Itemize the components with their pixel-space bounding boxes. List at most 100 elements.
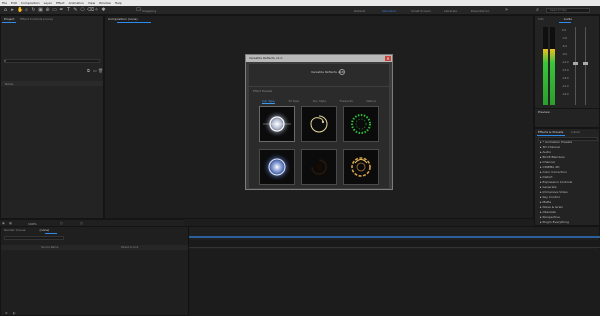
gold-swirl-icon (310, 115, 328, 133)
search-icon[interactable]: ⌕ (535, 8, 540, 13)
dialog-title[interactable]: Versatile Reflects v1.0 (246, 55, 392, 62)
project-column-header: Name (1, 81, 103, 86)
time-ruler[interactable] (188, 240, 600, 248)
preset-thumbnail-white-glow[interactable] (259, 106, 295, 142)
db-label: -3.0 (562, 37, 568, 40)
menu-layer[interactable]: Layer (44, 1, 52, 5)
hand-tool-icon[interactable]: ✋ (17, 8, 23, 13)
tab-composition[interactable]: Composition (none) (108, 17, 138, 21)
db-label: -15.0 (562, 69, 569, 72)
trash-icon[interactable]: 🗑 (98, 68, 103, 73)
tab-effects-presets[interactable]: Effects & Presets (538, 130, 563, 134)
volume-slider-handle-left[interactable] (573, 62, 578, 65)
workspace-standard[interactable]: Standard (382, 9, 396, 13)
brush-tool-icon[interactable]: ✎ (73, 8, 78, 13)
stamp-tool-icon[interactable]: ⎔ (80, 8, 85, 13)
snapping-label[interactable]: Snapping (142, 9, 156, 13)
column-source-name[interactable]: Source Name (41, 246, 58, 249)
gold-sparkle-ring-icon (351, 157, 371, 177)
tab-audio[interactable]: Audio (564, 17, 573, 21)
effects-list: ▸ * Animation Presets ▸ 3D Channel ▸ Aud… (540, 140, 572, 225)
menu-animation[interactable]: Animation (69, 1, 84, 5)
help-button[interactable]: ? (339, 69, 345, 75)
toggle-switches-icon[interactable]: ⚙ (5, 311, 8, 315)
pan-behind-tool-icon[interactable]: ⊕ (45, 8, 50, 13)
audio-meter-left (543, 27, 548, 105)
search-help-input[interactable]: Search Help (546, 8, 590, 13)
menu-effect[interactable]: Effect (56, 1, 65, 5)
tab-timeline-none[interactable]: (none) (40, 228, 50, 232)
menu-view[interactable]: View (88, 1, 95, 5)
db-label: -24.0 (562, 93, 569, 96)
menu-window[interactable]: Window (99, 1, 111, 5)
menu-file[interactable]: File (2, 1, 7, 5)
pen-tool-icon[interactable]: ✒ (59, 8, 64, 13)
rectangle-tool-icon[interactable]: ▭ (52, 8, 57, 13)
project-search-input[interactable] (4, 59, 100, 63)
preset-thumbnail-blue-glow[interactable] (259, 149, 295, 185)
db-label: -12.0 (562, 61, 569, 64)
fast-preview-icon[interactable]: ◰ (60, 221, 63, 225)
effect-presets-label: Effect Presets (253, 89, 273, 93)
tab-libraries[interactable]: Librar (571, 130, 580, 134)
menu-help[interactable]: Help (115, 1, 122, 5)
roto-brush-tool-icon[interactable]: ✧ (94, 8, 99, 13)
modes-icon[interactable]: ◐ (13, 311, 16, 315)
interpret-footage-icon[interactable]: ⧉ (87, 68, 90, 73)
tab-sun-type[interactable]: Sun Type (262, 99, 275, 104)
rotate-tool-icon[interactable]: ↻ (31, 8, 36, 13)
eraser-tool-icon[interactable]: ⌫ (87, 8, 94, 13)
column-parent-link[interactable]: Parent & Link (121, 246, 138, 249)
snapping-checkbox-icon[interactable]: ☐ (136, 8, 141, 13)
timeline-tracks-area[interactable] (188, 249, 600, 316)
work-area-bar[interactable] (188, 236, 600, 238)
workspace-small-screen[interactable]: Small Screen (411, 9, 431, 13)
close-button[interactable]: ✕ (385, 56, 391, 61)
volume-slider-handle-right[interactable] (583, 62, 588, 65)
tab-3d-type[interactable]: 3d Type (288, 99, 299, 104)
list-item[interactable]: ▸ Plugin Everything (540, 220, 572, 225)
tab-fireworks[interactable]: Fireworks (340, 99, 353, 104)
menu-edit[interactable]: Edit (11, 1, 17, 5)
preset-thumbnail-orange-fire[interactable] (301, 149, 337, 185)
new-folder-icon[interactable]: ▭ (93, 68, 97, 73)
workspace-essential[interactable]: Essential Gr. (471, 9, 490, 13)
db-label: 0.0 (562, 29, 567, 32)
column-name[interactable]: Name (5, 82, 13, 86)
tab-sun-style[interactable]: Sun Style (313, 99, 326, 104)
tab-preview[interactable]: Preview (538, 110, 550, 114)
menu-composition[interactable]: Composition (21, 1, 40, 5)
workspace-default[interactable]: Default (354, 9, 365, 13)
zoom-level[interactable]: 100% (28, 222, 37, 226)
tab-render-queue[interactable]: Render Queue (4, 228, 26, 232)
active-tab-indicator (537, 135, 565, 136)
workspace-libraries[interactable]: Libraries (444, 9, 457, 13)
puppet-tool-icon[interactable]: ✱ (101, 8, 106, 13)
home-icon[interactable]: ⌂ (3, 8, 8, 13)
search-icon: ⌕ (4, 58, 7, 63)
workspace-menu-icon[interactable]: » (504, 8, 509, 13)
active-tab-indicator (45, 233, 57, 234)
preset-thumbnail-green-particles[interactable] (343, 106, 379, 142)
timeline-search-input[interactable] (4, 236, 64, 240)
transparency-icon[interactable]: ▦ (9, 221, 12, 225)
green-particle-ring-icon (351, 114, 371, 134)
db-label: -21.0 (562, 85, 569, 88)
region-of-interest-icon[interactable]: ◫ (80, 221, 83, 225)
tab-effect-controls[interactable]: Effect Controls (none) (20, 17, 53, 21)
zoom-tool-icon[interactable]: ⌕ (24, 8, 29, 13)
info-audio-panel: Info Audio 0.0 -3.0 -6.0 -9.0 -12.0 -15.… (534, 15, 600, 123)
bit-depth-icon[interactable]: ▣ (2, 221, 5, 225)
active-tab-indicator (2, 22, 16, 23)
tab-nature[interactable]: Nature (366, 99, 376, 104)
audio-meter-right (550, 27, 555, 105)
preset-thumbnail-gold-sparkle[interactable] (343, 149, 379, 185)
tab-info[interactable]: Info (538, 17, 544, 21)
camera-tool-icon[interactable]: ▣ (38, 8, 43, 13)
preset-thumbnail-gold-swirl[interactable] (301, 106, 337, 142)
volume-slider-track-right (585, 27, 586, 105)
tab-project[interactable]: Project (4, 17, 14, 21)
type-tool-icon[interactable]: T (66, 8, 71, 13)
selection-tool-icon[interactable]: ▸ (10, 8, 15, 13)
preset-tabs: Sun Type 3d Type Sun Style Fireworks Nat… (262, 99, 376, 104)
